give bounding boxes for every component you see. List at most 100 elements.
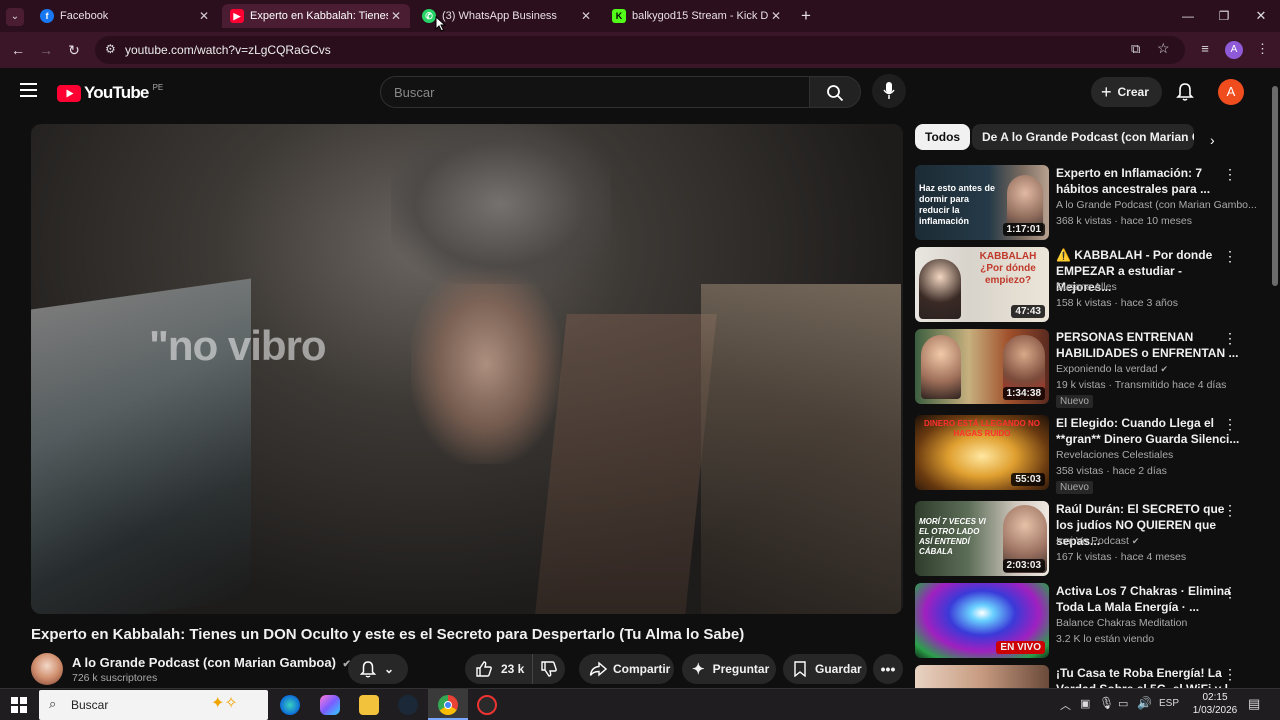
more-vert-icon[interactable]: ⋮ (1223, 667, 1237, 681)
more-actions-button[interactable]: ••• (873, 654, 903, 684)
more-vert-icon[interactable]: ⋮ (1223, 503, 1237, 517)
clock[interactable]: 02:15 1/03/2026 (1192, 691, 1238, 717)
back-icon[interactable]: ← (8, 40, 28, 60)
recommendation-item[interactable]: 1:34:38 PERSONAS ENTRENAN HABILIDADES o … (915, 329, 1255, 413)
video-thumbnail[interactable]: DINERO ESTÁ LLEGANDO NO HAGAS RUIDO 55:0… (915, 415, 1049, 490)
address-bar[interactable]: ⚙ youtube.com/watch?v=zLgCQRaGCvs ⧉ ☆ (95, 36, 1185, 64)
share-button[interactable]: Compartir (579, 654, 674, 684)
notifications-bell-icon[interactable] (1176, 82, 1194, 102)
close-icon[interactable]: ✕ (768, 9, 784, 23)
reload-icon[interactable]: ↻ (64, 40, 84, 60)
more-vert-icon[interactable]: ⋮ (1223, 331, 1237, 345)
ask-button[interactable]: ✦ Preguntar (682, 654, 776, 684)
more-vert-icon[interactable]: ⋮ (1223, 249, 1237, 263)
close-icon[interactable]: ✕ (388, 9, 404, 23)
notification-center-icon[interactable]: ▤ (1248, 696, 1260, 712)
close-icon[interactable]: ✕ (578, 9, 594, 23)
tab-kick[interactable]: K balkygod15 Stream - Kick Dash ✕ (604, 4, 790, 28)
taskbar-search-input[interactable]: ⌕ Buscar ✦✧ (39, 690, 268, 720)
search-icon: ⌕ (49, 696, 57, 711)
subscribed-button[interactable]: ⌄ (348, 654, 408, 684)
install-app-icon[interactable]: ⧉ (1131, 41, 1140, 57)
recommendation-item[interactable]: MORÍ 7 VECES VI EL OTRO LADO ASÍ ENTENDÍ… (915, 501, 1255, 581)
chrome-taskbar-button[interactable] (428, 689, 468, 720)
bookmark-star-icon[interactable]: ☆ (1157, 40, 1170, 57)
more-vert-icon[interactable]: ⋮ (1223, 417, 1237, 431)
media-control-icon[interactable]: ≡ (1196, 41, 1214, 59)
youtube-header: YouTube PE Buscar + Crear A (0, 68, 1280, 116)
new-tab-button[interactable]: + (796, 6, 816, 26)
forward-icon[interactable]: → (36, 40, 56, 60)
tab-title: balkygod15 Stream - Kick Dash (632, 10, 768, 22)
whatsapp-icon: ✆ (422, 9, 436, 23)
window-close-button[interactable]: ✕ (1251, 6, 1271, 26)
browser-menu-icon[interactable]: ⋮ (1256, 41, 1269, 59)
site-settings-icon[interactable]: ⚙ (105, 42, 116, 56)
recommendation-channel: Revelaciones Celestiales (1056, 449, 1174, 461)
video-thumbnail[interactable]: Haz esto antes de dormir para reducir la… (915, 165, 1049, 240)
video-thumbnail[interactable]: KABBALAH ¿Por dónde empiezo? 47:43 (915, 247, 1049, 322)
video-thumbnail[interactable] (915, 665, 1049, 688)
youtube-logo[interactable]: YouTube PE (57, 83, 163, 103)
avatar[interactable]: A (1218, 79, 1244, 105)
channel-name[interactable]: A lo Grande Podcast (con Marian Gamboa) … (72, 655, 351, 670)
steam-icon[interactable] (398, 695, 418, 715)
voice-search-button[interactable] (872, 74, 906, 108)
more-vert-icon[interactable]: ⋮ (1223, 585, 1237, 599)
verified-icon: ✔ (1160, 364, 1169, 374)
chevron-right-icon[interactable]: › (1210, 132, 1215, 148)
windows-start-icon[interactable] (11, 697, 27, 713)
chevron-up-icon[interactable]: ︿ (1060, 697, 1071, 713)
edge-icon[interactable] (280, 695, 300, 715)
recommendation-item[interactable]: Haz esto antes de dormir para reducir la… (915, 165, 1257, 245)
minimize-button[interactable]: — (1178, 6, 1198, 26)
copilot-icon[interactable] (320, 695, 340, 715)
like-button[interactable]: 23 k (465, 654, 533, 684)
tray-app-icon[interactable]: ▣ (1080, 697, 1090, 710)
video-thumbnail[interactable]: MORÍ 7 VECES VI EL OTRO LADO ASÍ ENTENDÍ… (915, 501, 1049, 576)
tab-youtube[interactable]: ▶ Experto en Kabbalah: Tienes un ✕ (222, 4, 410, 28)
profile-avatar[interactable]: A (1225, 41, 1243, 59)
close-icon[interactable]: ✕ (196, 9, 212, 23)
tab-title: (3) WhatsApp Business (442, 10, 557, 22)
search-button[interactable] (809, 76, 861, 108)
chip-all[interactable]: Todos (915, 124, 971, 150)
channel-avatar[interactable] (31, 653, 63, 685)
share-label: Compartir (613, 662, 671, 676)
microphone-icon[interactable]: 🎙 (1099, 696, 1114, 710)
tab-search-button[interactable]: ⌄ (6, 8, 24, 26)
video-thumbnail[interactable]: 1:34:38 (915, 329, 1049, 404)
dislike-button[interactable] (533, 654, 565, 684)
file-explorer-icon[interactable] (359, 695, 379, 715)
thumbnail-text: Haz esto antes de dormir para reducir la… (919, 183, 996, 226)
recommendation-channel: Exponiendo la verdad ✔ (1056, 363, 1168, 375)
thumbnail-person (919, 259, 961, 319)
more-vert-icon[interactable]: ⋮ (1223, 167, 1237, 181)
recommendation-item[interactable]: DINERO ESTÁ LLEGANDO NO HAGAS RUIDO 55:0… (915, 415, 1255, 499)
video-thumbnail[interactable]: EN VIVO (915, 583, 1049, 658)
recommendation-title: El Elegido: Cuando Llega el **gran** Din… (1056, 416, 1240, 446)
recommendation-item[interactable]: ¡Tu Casa te Roba Energía! La Verdad Sobr… (915, 665, 1255, 688)
create-button[interactable]: + Crear (1091, 77, 1162, 107)
recommendation-item[interactable]: KABBALAH ¿Por dónde empiezo? 47:43 ⚠️ KA… (915, 247, 1255, 327)
clock-time: 02:15 (1202, 692, 1228, 703)
duration-badge: 1:17:01 (1002, 223, 1045, 236)
obs-icon[interactable] (477, 695, 497, 715)
input-language[interactable]: ESP (1159, 698, 1179, 709)
save-button[interactable]: Guardar (783, 654, 867, 684)
video-caption-overlay: "no vibro (149, 322, 327, 369)
network-icon[interactable]: ▭ (1118, 697, 1128, 710)
recommendation-item[interactable]: EN VIVO Activa Los 7 Chakras · Elimina T… (915, 583, 1255, 663)
search-input[interactable]: Buscar (380, 76, 810, 108)
create-label: Crear (1117, 85, 1149, 99)
maximize-button[interactable]: ❐ (1214, 6, 1234, 26)
video-frame-hand (411, 264, 561, 464)
volume-icon[interactable]: 🔊 (1137, 696, 1152, 710)
scrollbar-track[interactable] (1270, 72, 1280, 688)
video-player[interactable]: "no vibro (31, 124, 903, 614)
like-dislike-group: 23 k (465, 654, 565, 684)
tab-facebook[interactable]: f Facebook ✕ (32, 4, 218, 28)
menu-hamburger-icon[interactable] (20, 82, 38, 98)
chip-channel[interactable]: De A lo Grande Podcast (con Marian Gamb (972, 124, 1194, 150)
scrollbar-thumb[interactable] (1272, 86, 1278, 286)
